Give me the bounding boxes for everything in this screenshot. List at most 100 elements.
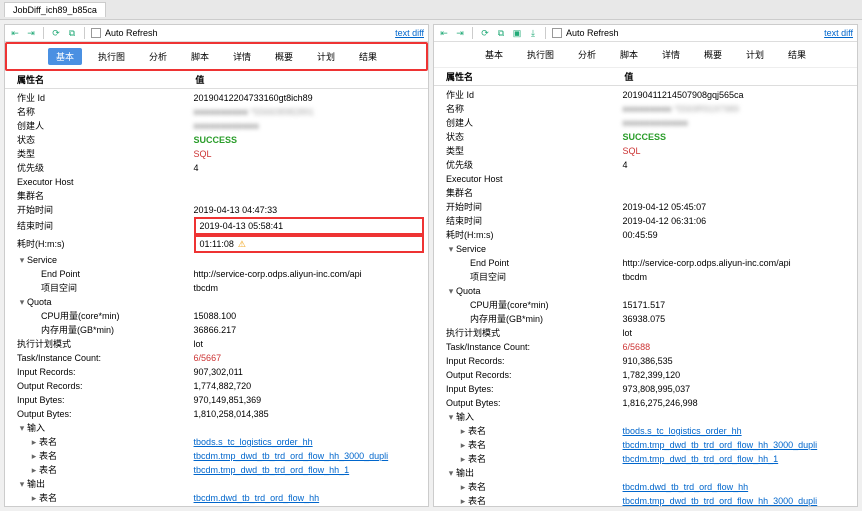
toggle-icon[interactable]: ▾ — [446, 284, 456, 298]
tab-detail[interactable]: 详情 — [225, 48, 259, 65]
value-status: SUCCESS — [623, 130, 853, 144]
label-name: 名称 — [446, 102, 464, 116]
toggle-icon[interactable]: ▾ — [17, 477, 27, 491]
tab-script[interactable]: 脚本 — [612, 46, 646, 63]
toggle-icon[interactable]: ▾ — [446, 242, 456, 256]
value-cpu: 15088.100 — [194, 309, 424, 323]
label-cluster: 集群名 — [446, 186, 473, 200]
value-creator: ■■■■■■■■■■■■ — [194, 119, 424, 133]
output-table-link[interactable]: tbcdm.dwd_tb_trd_ord_flow_hh — [623, 480, 853, 494]
toggle-icon[interactable]: ▾ — [17, 421, 27, 435]
reload-icon[interactable]: ⟳ — [50, 27, 62, 39]
label-table: 表名 — [39, 449, 57, 463]
copy-icon[interactable]: ⧉ — [495, 27, 507, 39]
toggle-icon[interactable]: ▸ — [458, 480, 468, 494]
value-mem: 36866.217 — [194, 323, 424, 337]
collapse-icon[interactable]: ⇤ — [438, 27, 450, 39]
tab-script[interactable]: 脚本 — [183, 48, 217, 65]
tab-analysis[interactable]: 分析 — [141, 48, 175, 65]
col-value-header: 值 — [624, 70, 857, 83]
save-icon[interactable]: ▣ — [511, 27, 523, 39]
label-name: 名称 — [17, 105, 35, 119]
tab-analysis[interactable]: 分析 — [570, 46, 604, 63]
output-table-link[interactable]: tbcdm.tmp_dwd_tb_trd_ord_flow_hh_3000_du… — [194, 505, 424, 506]
label-service: Service — [27, 253, 57, 267]
value-input-rec: 910,386,535 — [623, 354, 853, 368]
window-tab[interactable]: JobDiff_ich89_b85ca — [4, 2, 106, 17]
tab-summary[interactable]: 概要 — [696, 46, 730, 63]
tab-basic[interactable]: 基本 — [477, 46, 511, 63]
auto-refresh-label: Auto Refresh — [566, 28, 619, 38]
auto-refresh-checkbox[interactable] — [91, 28, 101, 38]
toggle-icon[interactable]: ▾ — [17, 295, 27, 309]
toggle-icon[interactable]: ▾ — [17, 253, 27, 267]
label-cpu: CPU用量(core*min) — [41, 309, 120, 323]
tab-plan[interactable]: 计划 — [309, 48, 343, 65]
tab-exec-graph[interactable]: 执行图 — [519, 46, 562, 63]
value-duration: 01:11:08 — [194, 235, 424, 253]
text-diff-link[interactable]: text diff — [824, 28, 853, 38]
export-icon[interactable]: ⤓ — [527, 27, 539, 39]
tab-summary[interactable]: 概要 — [267, 48, 301, 65]
expand-icon[interactable]: ⇥ — [454, 27, 466, 39]
copy-icon[interactable]: ⧉ — [66, 27, 78, 39]
label-table: 表名 — [39, 491, 57, 505]
label-project: 项目空间 — [470, 270, 506, 284]
value-type: SQL — [623, 144, 853, 158]
label-mem: 内存用量(GB*min) — [41, 323, 114, 337]
tab-result[interactable]: 结果 — [780, 46, 814, 63]
toggle-icon[interactable]: ▸ — [29, 491, 39, 505]
tab-exec-graph[interactable]: 执行图 — [90, 48, 133, 65]
value-endpoint: http://service-corp.odps.aliyun-inc.com/… — [194, 267, 424, 281]
label-endpoint: End Point — [470, 256, 509, 270]
text-diff-link[interactable]: text diff — [395, 28, 424, 38]
label-duration: 耗时(H:m:s) — [17, 237, 65, 251]
value-exec-mode: lot — [194, 337, 424, 351]
value-status: SUCCESS — [194, 133, 424, 147]
tab-detail[interactable]: 详情 — [654, 46, 688, 63]
input-table-link[interactable]: tbods.s_tc_logistics_order_hh — [623, 424, 853, 438]
label-creator: 创建人 — [17, 119, 44, 133]
input-table-link[interactable]: tbcdm.tmp_dwd_tb_trd_ord_flow_hh_3000_du… — [194, 449, 424, 463]
output-table-link[interactable]: tbcdm.dwd_tb_trd_ord_flow_hh — [194, 491, 424, 505]
toggle-icon[interactable]: ▸ — [458, 424, 468, 438]
toggle-icon[interactable]: ▸ — [458, 438, 468, 452]
label-project: 项目空间 — [41, 281, 77, 295]
label-exec-host: Executor Host — [17, 175, 74, 189]
value-input-bytes: 973,808,995,037 — [623, 382, 853, 396]
toggle-icon[interactable]: ▸ — [29, 435, 39, 449]
toggle-icon[interactable]: ▸ — [458, 452, 468, 466]
toggle-icon[interactable]: ▸ — [29, 449, 39, 463]
toggle-icon[interactable]: ▾ — [446, 410, 456, 424]
value-input-bytes: 970,149,851,369 — [194, 393, 424, 407]
expand-icon[interactable]: ⇥ — [25, 27, 37, 39]
input-table-link[interactable]: tbcdm.tmp_dwd_tb_trd_ord_flow_hh_3000_du… — [623, 438, 853, 452]
auto-refresh-checkbox[interactable] — [552, 28, 562, 38]
tab-basic[interactable]: 基本 — [48, 48, 82, 65]
toggle-icon[interactable]: ▸ — [458, 494, 468, 506]
label-status: 状态 — [17, 133, 35, 147]
tab-plan[interactable]: 计划 — [738, 46, 772, 63]
value-output-rec: 1,782,399,120 — [623, 368, 853, 382]
left-panel: ⇤ ⇥ ⟳ ⧉ Auto Refresh text diff 基本 执行图 分析… — [4, 24, 429, 507]
tab-result[interactable]: 结果 — [351, 48, 385, 65]
toggle-icon[interactable]: ▸ — [29, 505, 39, 506]
toggle-icon[interactable]: ▾ — [446, 466, 456, 480]
toggle-icon[interactable]: ▸ — [29, 463, 39, 477]
label-output-rec: Output Records: — [446, 368, 512, 382]
reload-icon[interactable]: ⟳ — [479, 27, 491, 39]
value-endpoint: http://service-corp.odps.aliyun-inc.com/… — [623, 256, 853, 270]
label-job-id: 作业 Id — [446, 88, 474, 102]
label-priority: 优先级 — [17, 161, 44, 175]
left-content: 作业 Id20190412204733160gt8ich89 名称■■■■■■■… — [5, 89, 428, 506]
label-task-count: Task/Instance Count: — [446, 340, 530, 354]
input-table-link[interactable]: tbods.s_tc_logistics_order_hh — [194, 435, 424, 449]
output-table-link[interactable]: tbcdm.tmp_dwd_tb_trd_ord_flow_hh_3000_du… — [623, 494, 853, 506]
input-table-link[interactable]: tbcdm.tmp_dwd_tb_trd_ord_flow_hh_1 — [194, 463, 424, 477]
input-table-link[interactable]: tbcdm.tmp_dwd_tb_trd_ord_flow_hh_1 — [623, 452, 853, 466]
collapse-icon[interactable]: ⇤ — [9, 27, 21, 39]
col-value-header: 值 — [195, 73, 428, 86]
label-table: 表名 — [39, 435, 57, 449]
label-table: 表名 — [468, 480, 486, 494]
value-duration: 00:45:59 — [623, 228, 853, 242]
